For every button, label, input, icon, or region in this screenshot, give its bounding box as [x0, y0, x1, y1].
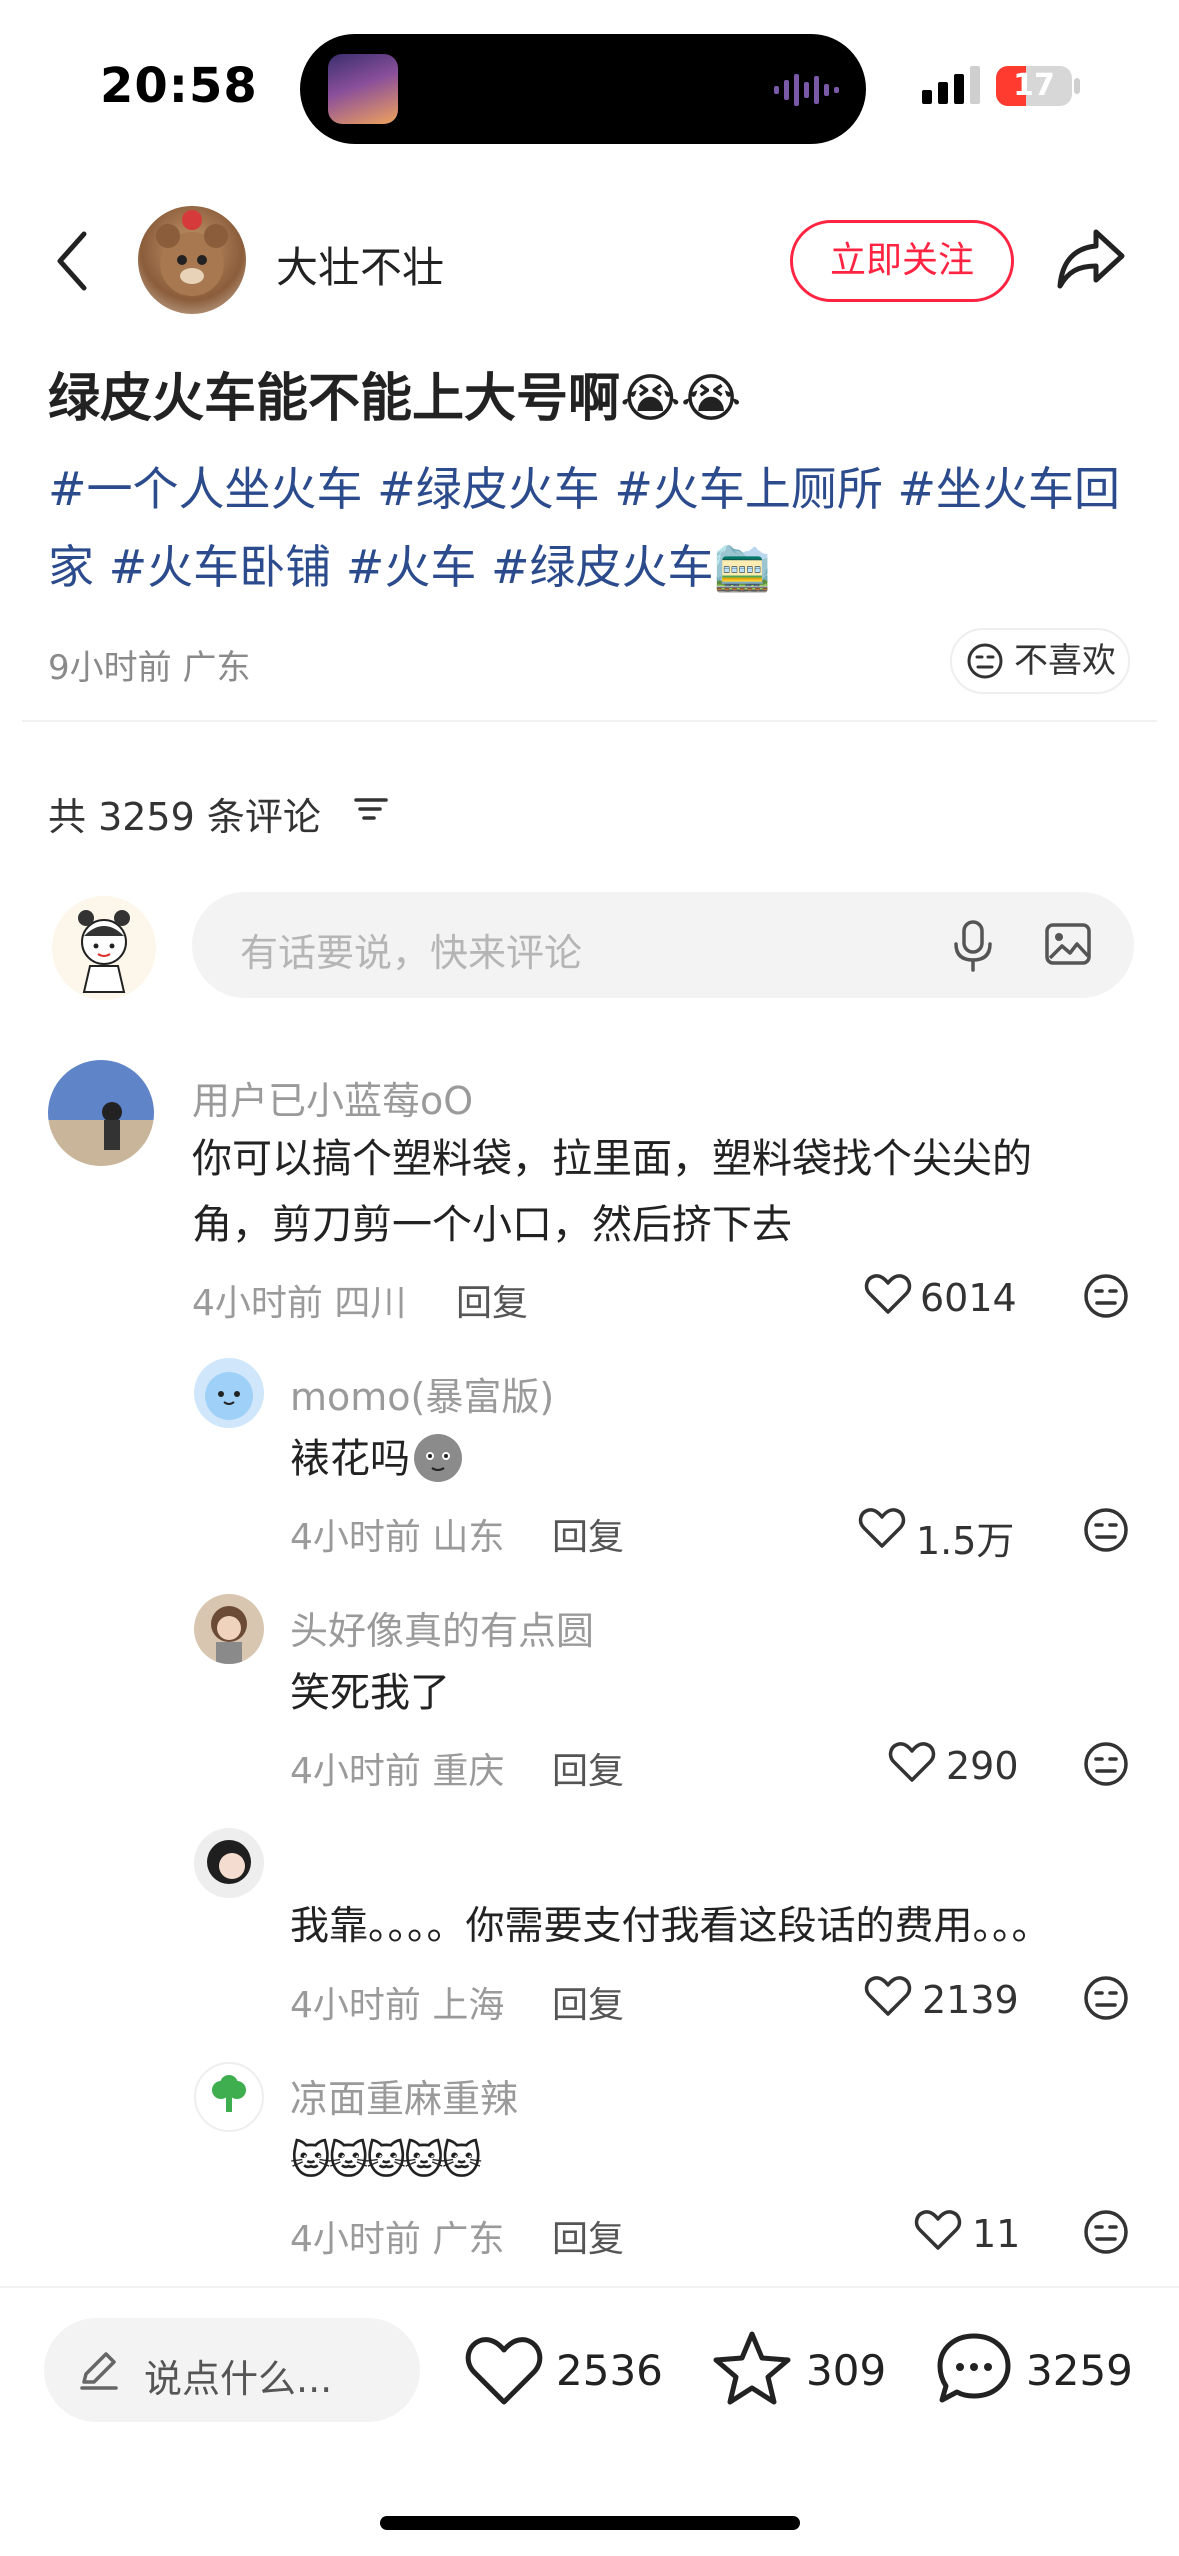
post-title: 绿皮火车能不能上大号啊😭😭 — [48, 369, 742, 429]
heart-icon[interactable] — [858, 1506, 906, 1550]
comment-meta: 4小时前 重庆 — [290, 1751, 505, 1792]
back-icon[interactable] — [52, 228, 92, 294]
tags-line-1[interactable]: #一个人坐火车 #绿皮火车 #火车上厕所 #坐火车回 — [48, 450, 1148, 528]
home-indicator[interactable] — [380, 2516, 800, 2530]
comment-text-line: 角，剪刀剪一个小口，然后挤下去 — [192, 1202, 792, 1248]
like-heart-icon[interactable] — [464, 2332, 544, 2408]
like-count: 6014 — [920, 1276, 1017, 1320]
divider — [22, 720, 1157, 722]
author-avatar[interactable] — [138, 206, 246, 314]
battery-cap — [1074, 78, 1080, 94]
comment-meta: 4小时前 四川 — [192, 1283, 407, 1324]
reply-button[interactable]: 回复 — [552, 2210, 624, 2262]
like-count: 290 — [946, 1744, 1019, 1788]
post-collect-count: 309 — [806, 2346, 887, 2395]
bottom-divider — [0, 2286, 1179, 2288]
comment-text-line: 你可以搞个塑料袋，拉里面，塑料袋找个尖尖的 — [192, 1136, 1032, 1182]
reply-button[interactable]: 回复 — [456, 1274, 528, 1326]
say-something-placeholder: 说点什么... — [144, 2357, 333, 2401]
meh-face-icon[interactable] — [1082, 1272, 1130, 1320]
heart-icon[interactable] — [864, 1974, 912, 2018]
reply-button[interactable]: 回复 — [552, 1508, 624, 1560]
post-tags[interactable]: #一个人坐火车 #绿皮火车 #火车上厕所 #坐火车回 家 #火车卧铺 #火车 #… — [48, 450, 1148, 606]
heart-icon[interactable] — [914, 2208, 962, 2252]
comment-bubble-icon[interactable] — [934, 2330, 1014, 2406]
star-icon[interactable] — [712, 2330, 792, 2406]
commenter-avatar[interactable] — [194, 2062, 264, 2132]
mic-icon[interactable] — [948, 918, 998, 972]
author-name[interactable]: 大壮不壮 — [276, 234, 444, 295]
meh-face-icon[interactable] — [1082, 1506, 1130, 1554]
meh-face-icon[interactable] — [1082, 1974, 1130, 2022]
commenter-avatar[interactable] — [48, 1060, 154, 1166]
tags-line-2[interactable]: 家 #火车卧铺 #火车 #绿皮火车🚞 — [48, 528, 1148, 606]
status-time: 20:58 — [100, 58, 258, 114]
reply-button[interactable]: 回复 — [552, 1976, 624, 2028]
comment-text: 裱花吗 — [290, 1436, 410, 1482]
comment-meta: 4小时前 上海 — [290, 1985, 505, 2026]
meh-face-icon[interactable] — [1082, 2208, 1130, 2256]
sticker-icon — [414, 1434, 462, 1482]
follow-button[interactable]: 立即关注 — [790, 220, 1014, 302]
comment-meta: 4小时前 广东 — [290, 2219, 505, 2260]
like-count: 1.5万 — [916, 1519, 1015, 1563]
comment-username[interactable]: 用户已小蓝莓oO — [192, 1070, 473, 1125]
like-count: 11 — [972, 2212, 1021, 2256]
comment-text: 🐱🐱🐱🐱🐱 — [290, 2138, 482, 2184]
pencil-icon — [80, 2352, 118, 2390]
image-icon[interactable] — [1044, 920, 1092, 968]
meh-face-icon — [967, 643, 1003, 679]
share-icon[interactable] — [1056, 226, 1126, 290]
commenter-avatar[interactable] — [194, 1594, 264, 1664]
heart-icon[interactable] — [888, 1740, 936, 1784]
comment-text: 笑死我了 — [290, 1670, 450, 1716]
comment-username[interactable]: momo(暴富版) — [290, 1366, 554, 1421]
now-playing-artwork[interactable] — [328, 54, 398, 124]
heart-icon[interactable] — [864, 1272, 912, 1316]
like-count: 2139 — [922, 1978, 1019, 2022]
post-comment-count: 3259 — [1026, 2346, 1133, 2395]
comment-count: 共 3259 条评论 — [48, 795, 321, 839]
commenter-avatar[interactable] — [194, 1828, 264, 1898]
post-like-count: 2536 — [556, 2346, 663, 2395]
my-avatar — [52, 896, 156, 1000]
audio-wave-icon — [774, 74, 839, 106]
reply-button[interactable]: 回复 — [552, 1742, 624, 1794]
comment-text: 你可以搞个塑料袋，拉里面，塑料袋找个尖尖的 角，剪刀剪一个小口，然后挤下去 — [192, 1126, 1032, 1258]
comment-text: 我靠。。。。你需要支付我看这段话的费用。。。 — [290, 1904, 1051, 1949]
comment-placeholder: 有话要说，快来评论 — [240, 931, 583, 975]
post-meta: 9小时前 广东 — [48, 648, 251, 688]
commenter-avatar[interactable] — [194, 1358, 264, 1428]
cellular-signal-icon — [922, 66, 980, 104]
comment-username[interactable]: 凉面重麻重辣 — [290, 2068, 518, 2123]
dislike-label: 不喜欢 — [1014, 641, 1116, 681]
battery-percent: 17 — [1013, 68, 1055, 103]
sort-icon[interactable] — [352, 790, 390, 828]
meh-face-icon[interactable] — [1082, 1740, 1130, 1788]
comment-username[interactable]: 头好像真的有点圆 — [290, 1600, 594, 1655]
comment-meta: 4小时前 山东 — [290, 1517, 505, 1558]
